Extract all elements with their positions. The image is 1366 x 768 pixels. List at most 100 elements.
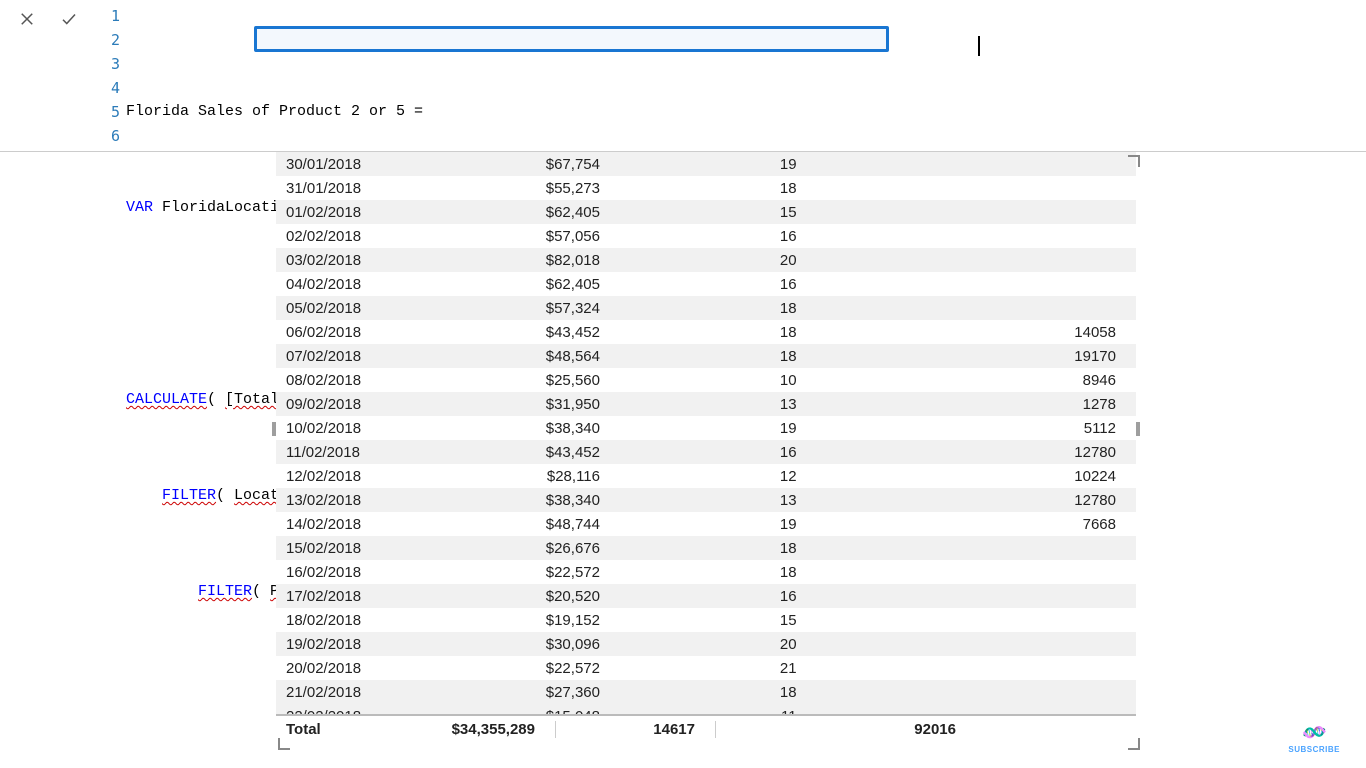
cell-count: 11: [620, 704, 817, 714]
cell-amount: $20,520: [436, 584, 620, 608]
cell-extra: 1278: [817, 392, 1136, 416]
cell-count: 13: [620, 392, 817, 416]
cell-count: 15: [620, 200, 817, 224]
cancel-icon[interactable]: [18, 10, 36, 28]
total-label: Total: [276, 721, 406, 738]
table-row[interactable]: 09/02/2018$31,950131278: [276, 392, 1136, 416]
cell-amount: $15,048: [436, 704, 620, 714]
cell-amount: $31,950: [436, 392, 620, 416]
cell-count: 16: [620, 440, 817, 464]
table-row[interactable]: 06/02/2018$43,4521814058: [276, 320, 1136, 344]
table-row[interactable]: 07/02/2018$48,5641819170: [276, 344, 1136, 368]
cell-date: 20/02/2018: [276, 656, 436, 680]
table-row-cutoff: 22/02/2018 $15,048 11: [276, 704, 1136, 714]
cell-extra: [817, 560, 1136, 584]
table-row[interactable]: 05/02/2018$57,32418: [276, 296, 1136, 320]
text-cursor: [978, 36, 980, 56]
watermark-label: SUBSCRIBE: [1288, 745, 1340, 754]
table-row[interactable]: 18/02/2018$19,15215: [276, 608, 1136, 632]
commit-icon[interactable]: [60, 10, 78, 28]
cell-extra: [817, 152, 1136, 176]
table-row[interactable]: 31/01/2018$55,27318: [276, 176, 1136, 200]
cell-count: 21: [620, 656, 817, 680]
code-line-1[interactable]: Florida Sales of Product 2 or 5 =: [126, 100, 1354, 124]
table-row[interactable]: 13/02/2018$38,3401312780: [276, 488, 1136, 512]
cell-extra: [817, 632, 1136, 656]
table-scroll[interactable]: 30/01/2018$67,7541931/01/2018$55,2731801…: [276, 152, 1136, 714]
code-area[interactable]: Florida Sales of Product 2 or 5 = VAR Fl…: [126, 0, 1354, 151]
table-row[interactable]: 12/02/2018$28,1161210224: [276, 464, 1136, 488]
table-row[interactable]: 11/02/2018$43,4521612780: [276, 440, 1136, 464]
line-gutter: 123456: [100, 0, 126, 151]
cell-extra: [817, 608, 1136, 632]
cell-date: 05/02/2018: [276, 296, 436, 320]
cell-count: 19: [620, 416, 817, 440]
table-row[interactable]: 08/02/2018$25,560108946: [276, 368, 1136, 392]
cell-date: 14/02/2018: [276, 512, 436, 536]
cell-count: 18: [620, 536, 817, 560]
table-row[interactable]: 16/02/2018$22,57218: [276, 560, 1136, 584]
cell-extra: [817, 176, 1136, 200]
table-row[interactable]: 19/02/2018$30,09620: [276, 632, 1136, 656]
table-row[interactable]: 14/02/2018$48,744197668: [276, 512, 1136, 536]
table-row[interactable]: 30/01/2018$67,75419: [276, 152, 1136, 176]
cell-date: 30/01/2018: [276, 152, 436, 176]
selection-highlight: [254, 26, 889, 52]
cell-amount: $57,324: [436, 296, 620, 320]
table-row[interactable]: 21/02/2018$27,36018: [276, 680, 1136, 704]
table-row[interactable]: 04/02/2018$62,40516: [276, 272, 1136, 296]
cell-extra: [817, 296, 1136, 320]
cell-extra: 12780: [817, 488, 1136, 512]
cell-count: 20: [620, 248, 817, 272]
cell-amount: $48,564: [436, 344, 620, 368]
cell-date: 04/02/2018: [276, 272, 436, 296]
cell-count: 16: [620, 272, 817, 296]
cell-extra: [817, 656, 1136, 680]
cell-date: 06/02/2018: [276, 320, 436, 344]
selection-corner-tr[interactable]: [1128, 155, 1140, 167]
cell-extra: 19170: [817, 344, 1136, 368]
table-row[interactable]: 03/02/2018$82,01820: [276, 248, 1136, 272]
total-extra: 92016: [716, 721, 976, 738]
cell-extra: 12780: [817, 440, 1136, 464]
table-visual[interactable]: 30/01/2018$67,7541931/01/2018$55,2731801…: [276, 152, 1136, 742]
cell-amount: $62,405: [436, 272, 620, 296]
cell-extra: [817, 200, 1136, 224]
cell-date: 03/02/2018: [276, 248, 436, 272]
table-row[interactable]: 02/02/2018$57,05616: [276, 224, 1136, 248]
cell-amount: $57,056: [436, 224, 620, 248]
table-row[interactable]: 15/02/2018$26,67618: [276, 536, 1136, 560]
table-row[interactable]: 17/02/2018$20,52016: [276, 584, 1136, 608]
cell-date: 21/02/2018: [276, 680, 436, 704]
cell-count: 18: [620, 176, 817, 200]
cell-count: 12: [620, 464, 817, 488]
table-row[interactable]: 10/02/2018$38,340195112: [276, 416, 1136, 440]
cell-date: 10/02/2018: [276, 416, 436, 440]
cell-amount: $26,676: [436, 536, 620, 560]
table-row[interactable]: 20/02/2018$22,57221: [276, 656, 1136, 680]
cell-date: 07/02/2018: [276, 344, 436, 368]
formula-editor[interactable]: 123456 Florida Sales of Product 2 or 5 =…: [100, 0, 1366, 151]
cell-count: 16: [620, 224, 817, 248]
table-body: 30/01/2018$67,7541931/01/2018$55,2731801…: [276, 152, 1136, 704]
cell-amount: $19,152: [436, 608, 620, 632]
table-row[interactable]: 01/02/2018$62,40515: [276, 200, 1136, 224]
cell-date: 02/02/2018: [276, 224, 436, 248]
cell-amount: $48,744: [436, 512, 620, 536]
cell-count: 18: [620, 680, 817, 704]
cell-extra: 14058: [817, 320, 1136, 344]
cell-extra: [817, 680, 1136, 704]
cell-count: 18: [620, 560, 817, 584]
cell-amount: $62,405: [436, 200, 620, 224]
cell-date: 08/02/2018: [276, 368, 436, 392]
selection-corner-bl[interactable]: [278, 738, 290, 750]
selection-corner-br[interactable]: [1128, 738, 1140, 750]
cell-count: 18: [620, 296, 817, 320]
cell-amount: $43,452: [436, 440, 620, 464]
cell-count: 19: [620, 152, 817, 176]
cell-date: 01/02/2018: [276, 200, 436, 224]
cell-date: 22/02/2018: [276, 704, 436, 714]
cell-amount: $38,340: [436, 488, 620, 512]
cell-date: 18/02/2018: [276, 608, 436, 632]
cell-extra: 10224: [817, 464, 1136, 488]
